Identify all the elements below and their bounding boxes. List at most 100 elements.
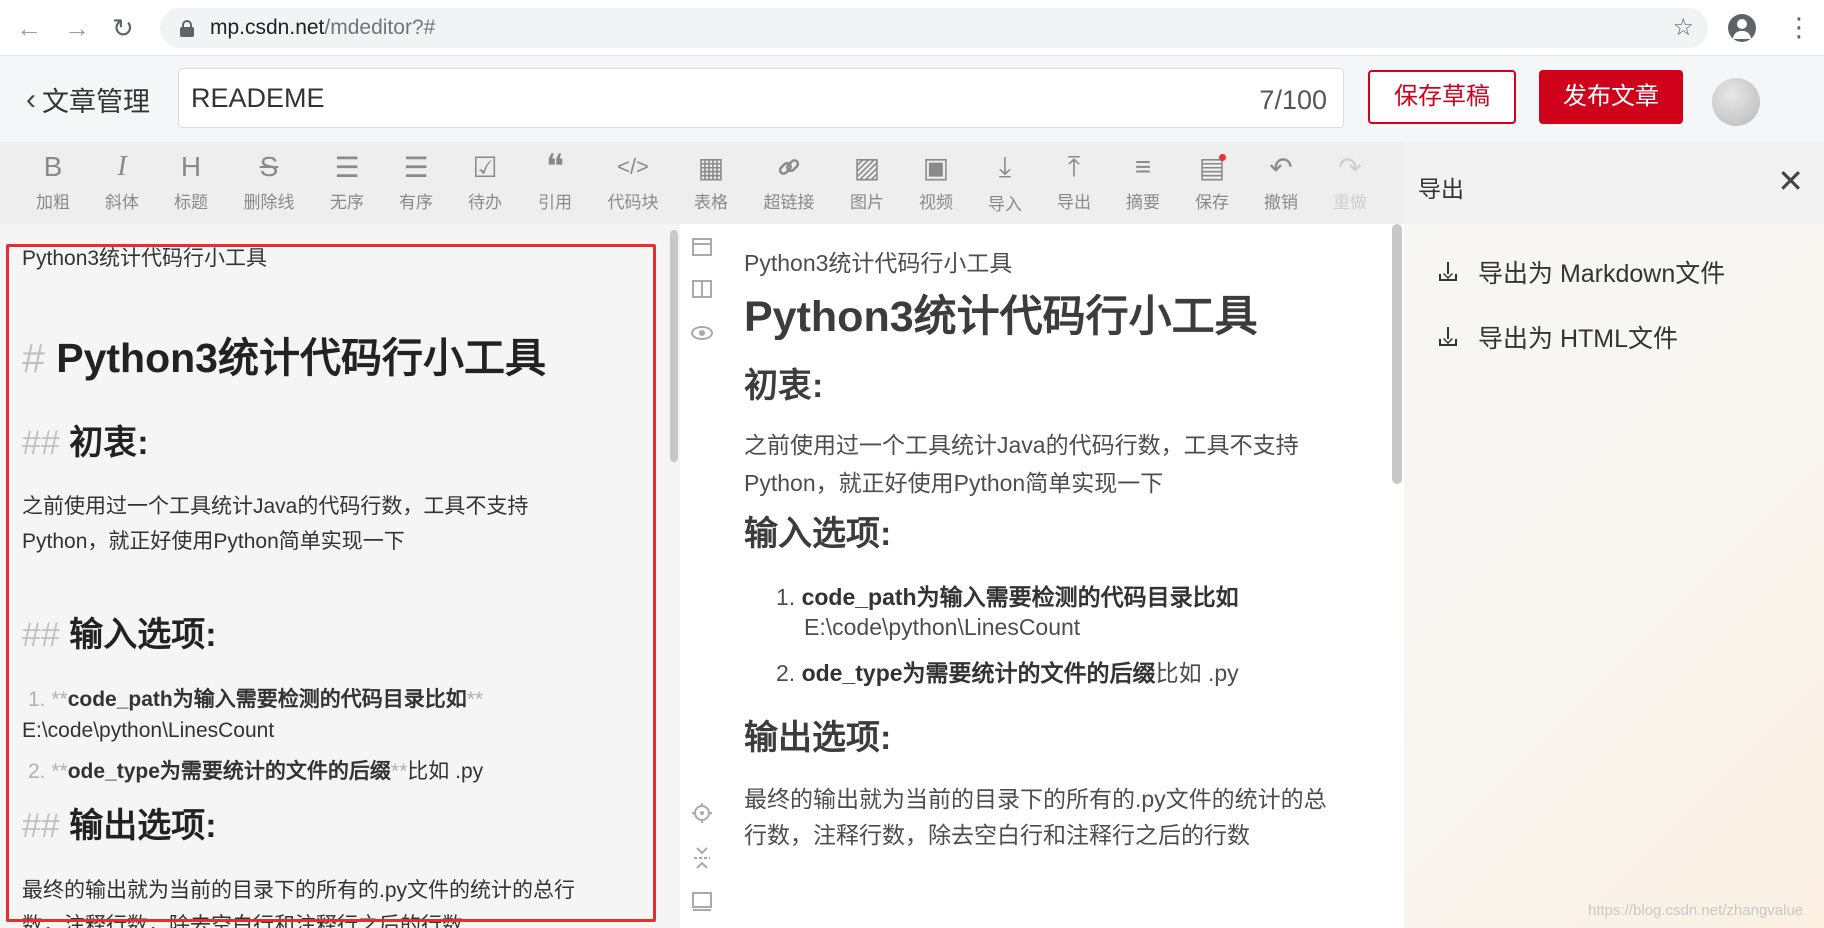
save-button[interactable]: ▤ 保存 (1181, 148, 1243, 213)
export-panel-header: 导出 ✕ (1404, 142, 1824, 224)
user-avatar[interactable] (1712, 78, 1760, 126)
heading-button[interactable]: H 标题 (160, 148, 222, 213)
quote-label: 引用 (538, 193, 572, 212)
quote-button[interactable]: ❝ 引用 (524, 148, 586, 213)
bold-button[interactable]: B 加粗 (22, 148, 84, 213)
download-icon (1438, 262, 1458, 282)
summary-icon: ≡ (1134, 151, 1152, 182)
article-management-label: 文章管理 (42, 87, 150, 117)
link-label: 超链接 (763, 193, 815, 212)
url-host: mp.csdn.net (210, 16, 325, 39)
browser-menu-icon[interactable]: ⋮ (1786, 12, 1812, 42)
heading-label: 标题 (174, 193, 208, 212)
address-bar[interactable]: mp.csdn.net/mdeditor?# ☆ (160, 8, 1708, 48)
code-block-label: 代码块 (607, 193, 659, 212)
editor-only-icon[interactable] (690, 236, 714, 260)
url-path: /mdeditor?# (324, 16, 436, 39)
export-html-label: 导出为 HTML文件 (1478, 325, 1679, 353)
list-number: 2. (776, 660, 796, 686)
save-draft-button[interactable]: 保存草稿 (1368, 70, 1516, 124)
bold-label: 加粗 (36, 193, 70, 212)
markdown-source-editor[interactable]: Python3统计代码行小工具 # Python3统计代码行小工具 ## 初衷:… (0, 224, 680, 928)
export-markdown-label: 导出为 Markdown文件 (1478, 260, 1726, 288)
title-char-count: 7/100 (1259, 85, 1327, 115)
video-label: 视频 (919, 193, 953, 212)
preview-list-item: 2. ode_type为需要统计的文件的后缀比如 .py (776, 654, 1239, 688)
unordered-list-icon: ☰ (334, 151, 360, 183)
reload-icon[interactable]: ↻ (112, 14, 134, 42)
export-markdown-option[interactable]: 导出为 Markdown文件 (1438, 254, 1725, 290)
quote-icon: ❝ (545, 148, 565, 186)
back-arrow-icon[interactable]: ← (16, 14, 42, 42)
ordered-list-label: 有序 (399, 193, 433, 212)
preview-eye-icon[interactable] (690, 322, 714, 346)
italic-button[interactable]: I 斜体 (91, 148, 153, 213)
code-icon: </> (617, 154, 649, 179)
unsaved-dot (1219, 154, 1226, 161)
editor-header: ‹ 文章管理 READEME 7/100 保存草稿 发布文章 (0, 56, 1824, 142)
preview-paragraph: 最终的输出就为当前的目录下的所有的.py文件的统计的总 (744, 786, 1327, 812)
download-icon (1438, 327, 1458, 347)
export-label: 导出 (1057, 193, 1091, 212)
import-label: 导入 (988, 195, 1022, 214)
preview-paragraph: 行数，注释行数，除去空白行和注释行之后的行数 (744, 822, 1250, 848)
export-button[interactable]: ⤒ 导出 (1043, 148, 1105, 213)
code-block-button[interactable]: </> 代码块 (602, 148, 664, 213)
locate-crosshair-icon[interactable] (690, 802, 714, 826)
import-button[interactable]: ⤓ 导入 (974, 148, 1036, 215)
link-button[interactable]: 超链接 (758, 148, 820, 213)
bold-icon: B (43, 151, 63, 182)
table-button[interactable]: ▦ 表格 (680, 148, 742, 213)
publish-button[interactable]: 发布文章 (1539, 70, 1683, 124)
todo-list-button[interactable]: ☑ 待办 (454, 148, 516, 213)
preview-list-item: 1. code_path为输入需要检测的代码目录比如 (776, 578, 1239, 612)
table-label: 表格 (694, 193, 728, 212)
table-icon: ▦ (697, 151, 725, 183)
undo-label: 撤销 (1264, 193, 1298, 212)
unordered-list-label: 无序 (330, 193, 364, 212)
redo-button[interactable]: ↷ 重做 (1319, 148, 1381, 213)
list-bold-text: ode_type为需要统计的文件的后缀 (801, 660, 1156, 686)
export-icon: ⤒ (1067, 150, 1081, 182)
image-icon: ▨ (853, 151, 881, 183)
preview-h2: 初衷: (744, 367, 824, 405)
editor-toolbar: B 加粗 I 斜体 H 标题 S 删除线 ☰ 无序 ☰ 有序 ☑ 待办 ❝ 引用 </> 代码块 … (0, 142, 1404, 224)
forward-arrow-icon[interactable]: → (64, 14, 90, 42)
todo-list-icon: ☑ (472, 151, 498, 183)
bookmark-star-icon[interactable]: ☆ (1672, 13, 1694, 42)
todo-list-label: 待办 (468, 193, 502, 212)
image-button[interactable]: ▨ 图片 (836, 148, 898, 213)
undo-icon: ↶ (1269, 151, 1293, 183)
italic-icon: I (117, 151, 127, 182)
article-title-value[interactable]: READEME (191, 83, 325, 114)
editor-scrollbar[interactable] (670, 230, 678, 462)
export-panel: 导出 ✕ 导出为 Markdown文件 导出为 HTML文件 (1404, 142, 1824, 928)
video-button[interactable]: ▣ 视频 (905, 148, 967, 213)
save-icon: ▤ (1198, 151, 1226, 183)
image-label: 图片 (850, 193, 884, 212)
browser-toolbar: ← → ↻ mp.csdn.net/mdeditor?# ☆ ⋮ (0, 0, 1824, 56)
account-icon[interactable] (1728, 14, 1756, 42)
preview-h2: 输出选项: (744, 719, 892, 757)
preview-scrollbar[interactable] (1392, 224, 1402, 484)
preview-h1: Python3统计代码行小工具 (744, 293, 1258, 341)
sync-scroll-icon[interactable] (690, 846, 714, 870)
list-bold-text: code_path为输入需要检测的代码目录比如 (801, 584, 1239, 610)
split-view-icon[interactable] (690, 278, 714, 302)
preview-h2: 输入选项: (744, 515, 892, 553)
undo-button[interactable]: ↶ 撤销 (1250, 148, 1312, 213)
fullscreen-icon[interactable] (690, 890, 714, 914)
unordered-list-button[interactable]: ☰ 无序 (316, 148, 378, 213)
ordered-list-icon: ☰ (403, 151, 429, 183)
article-title-input[interactable]: READEME 7/100 (178, 68, 1344, 128)
article-management-link[interactable]: ‹ 文章管理 (26, 80, 150, 119)
preview-paragraph: Python，就正好使用Python简单实现一下 (744, 470, 1164, 496)
strikethrough-button[interactable]: S 删除线 (238, 148, 300, 213)
close-icon[interactable]: ✕ (1777, 162, 1804, 200)
export-html-option[interactable]: 导出为 HTML文件 (1438, 319, 1678, 355)
export-panel-title: 导出 (1418, 176, 1464, 202)
redo-icon: ↷ (1338, 151, 1362, 183)
watermark-text: https://blog.csdn.net/zhangvalue (1588, 902, 1804, 919)
summary-button[interactable]: ≡ 摘要 (1112, 148, 1174, 213)
ordered-list-button[interactable]: ☰ 有序 (385, 148, 447, 213)
